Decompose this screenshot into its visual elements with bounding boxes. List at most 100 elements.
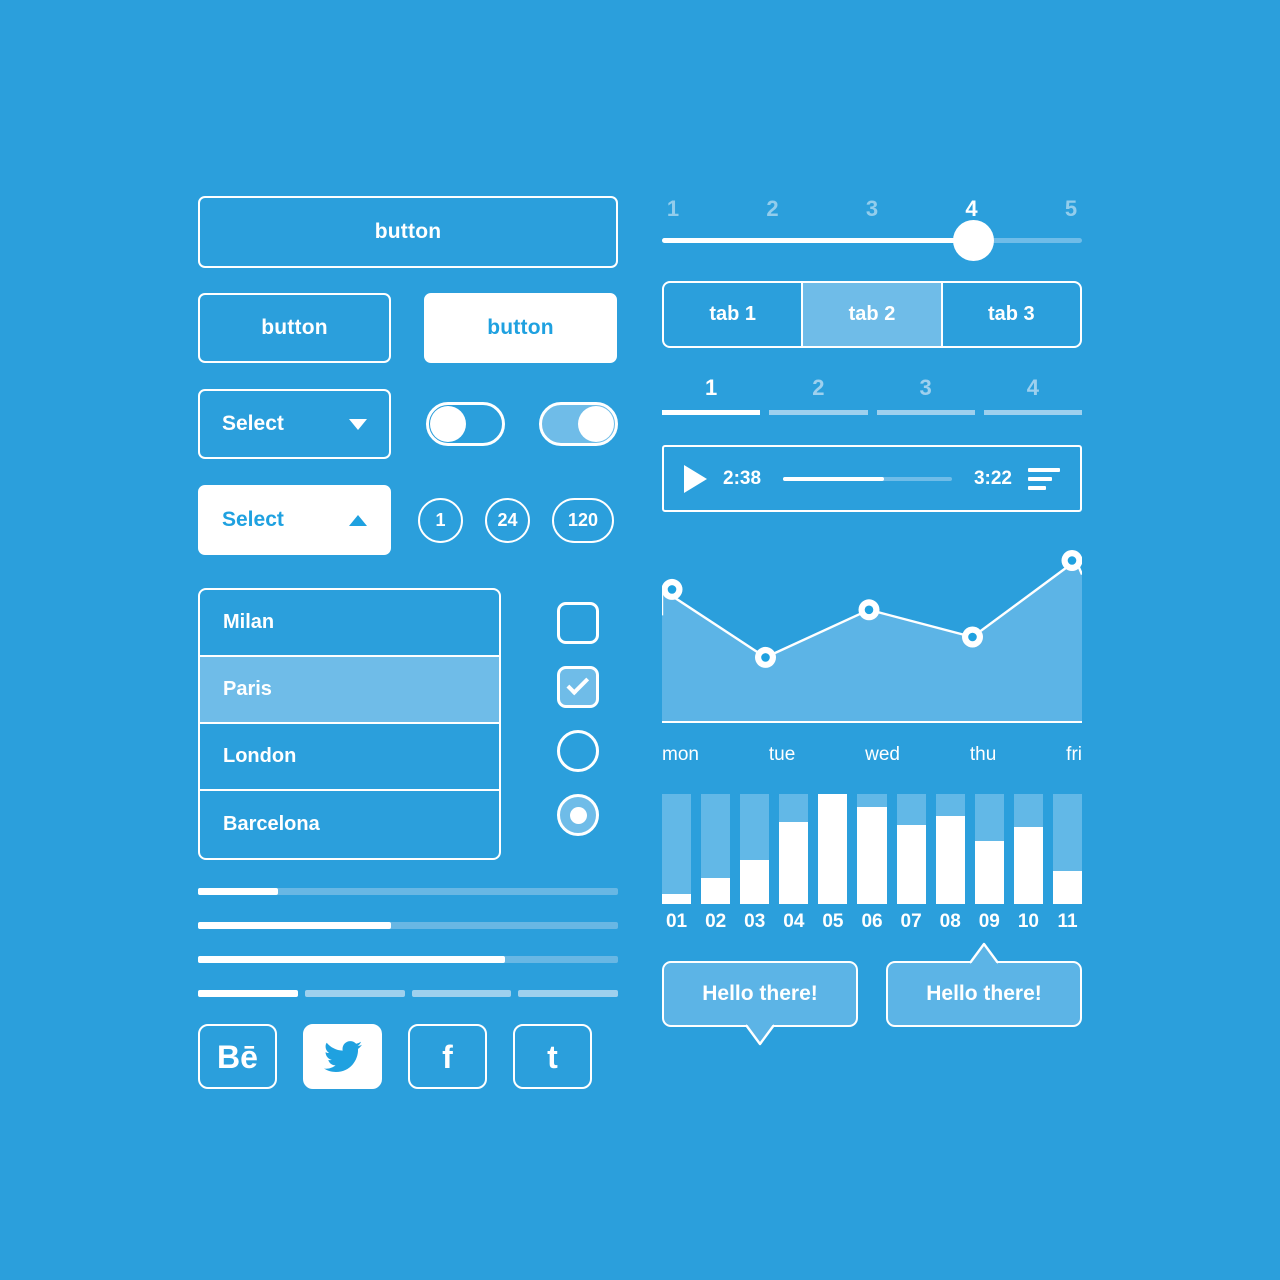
button-row: button button — [198, 293, 618, 363]
bar-fill — [896, 824, 926, 904]
select-label: Select — [222, 508, 284, 531]
choice-controls — [557, 588, 599, 836]
x-tick-label: wed — [865, 744, 900, 765]
slider-tick-1[interactable]: 1 — [662, 196, 684, 222]
tooltip-text: Hello there! — [702, 982, 818, 1005]
pagination-item-1[interactable]: 1 — [662, 375, 761, 415]
count-badge-120[interactable]: 120 — [552, 497, 614, 543]
bar-fill — [857, 807, 887, 904]
tab-2[interactable]: tab 2 — [803, 283, 943, 346]
select-label: Select — [222, 412, 284, 435]
pagination-item-4[interactable]: 4 — [983, 375, 1082, 415]
tumblr-button[interactable]: t — [513, 1024, 592, 1089]
twitter-icon — [323, 1040, 362, 1072]
bar-track[interactable] — [857, 794, 887, 904]
tooltip-bubble-up: Hello there! — [886, 942, 1082, 1027]
bar-x-label: 04 — [783, 911, 805, 932]
progress-bar-1[interactable] — [198, 888, 618, 895]
select-dropdown-open[interactable]: Select — [198, 485, 391, 555]
bar-fill — [974, 841, 1004, 904]
behance-button[interactable]: Bē — [198, 1024, 277, 1089]
radio-selected[interactable] — [557, 794, 599, 836]
bar-fill — [1052, 871, 1083, 904]
primary-wide-button[interactable]: button — [198, 196, 618, 268]
bar-fill — [779, 821, 809, 904]
bar-track[interactable] — [662, 794, 692, 904]
x-tick-label: fri — [1066, 744, 1082, 765]
pagination-item-2[interactable]: 2 — [769, 375, 868, 415]
bar-x-label: 08 — [939, 911, 961, 932]
list-item[interactable]: Barcelona — [200, 791, 499, 858]
data-point-core — [968, 632, 977, 642]
toggle-switch-on[interactable] — [539, 402, 618, 446]
data-point-core — [1067, 556, 1077, 565]
select-dropdown-closed[interactable]: Select — [198, 389, 391, 459]
list-item[interactable]: London — [200, 724, 499, 791]
slider-handle[interactable] — [952, 220, 994, 261]
media-player: 2:38 3:22 — [662, 445, 1082, 512]
list-item[interactable]: Paris — [200, 657, 499, 724]
bar-fill — [662, 894, 692, 904]
bar-track[interactable] — [1013, 794, 1043, 904]
elapsed-time: 2:38 — [723, 467, 762, 489]
player-progress-track[interactable] — [783, 476, 952, 481]
bar-track[interactable] — [896, 794, 926, 904]
bar-track[interactable] — [740, 794, 770, 904]
data-point-core — [761, 653, 770, 662]
progress-fill — [198, 922, 392, 929]
toggle-switch-off[interactable] — [426, 402, 505, 446]
bar-track[interactable] — [974, 794, 1004, 904]
player-progress-fill — [783, 476, 885, 481]
outline-button[interactable]: button — [198, 293, 391, 363]
play-icon[interactable] — [684, 464, 707, 493]
list-choice-row: Milan Paris London Barcelona — [198, 588, 618, 860]
list-item[interactable]: Milan — [200, 590, 499, 657]
segmented-progress-bar[interactable] — [198, 990, 618, 997]
area-fill — [662, 560, 1082, 722]
twitter-button[interactable] — [303, 1024, 382, 1089]
slider-tick-2[interactable]: 2 — [762, 196, 784, 222]
progress-segment — [518, 990, 618, 997]
pagination-underline — [769, 410, 868, 415]
bar-x-label: 02 — [705, 911, 727, 932]
tab-1[interactable]: tab 1 — [664, 283, 804, 346]
slider-fill — [662, 238, 973, 243]
area-chart-svg — [662, 550, 1082, 723]
progress-fill — [198, 888, 278, 895]
facebook-button[interactable]: f — [408, 1024, 487, 1089]
range-slider[interactable] — [662, 220, 1082, 261]
tab-group: tab 1 tab 2 tab 3 — [662, 281, 1082, 348]
ui-kit-canvas: button button button Select Select 1 24 … — [0, 0, 1280, 1280]
pagination-item-3[interactable]: 3 — [876, 375, 975, 415]
toggle-knob — [578, 406, 614, 442]
bar-track[interactable] — [779, 794, 809, 904]
toggle-knob — [430, 406, 466, 442]
bar-track[interactable] — [818, 794, 848, 904]
badge-group: 1 24 120 — [418, 497, 614, 543]
right-column: 12345 tab 1 tab 2 tab 3 1 2 3 4 2:38 3:2… — [662, 196, 1083, 1046]
chevron-down-icon — [349, 418, 367, 430]
count-badge-1[interactable]: 1 — [418, 497, 463, 543]
radio-unselected[interactable] — [557, 730, 599, 772]
tooltip-tail-up-icon — [969, 942, 999, 964]
progress-bar-3[interactable] — [198, 956, 618, 963]
check-icon — [565, 672, 589, 695]
checkbox-checked[interactable] — [557, 666, 599, 708]
select-badge-row: Select 1 24 120 — [198, 485, 618, 555]
solid-button[interactable]: button — [424, 293, 617, 363]
count-badge-24[interactable]: 24 — [485, 497, 530, 543]
slider-tick-5[interactable]: 5 — [1060, 196, 1082, 222]
playlist-icon[interactable] — [1028, 467, 1060, 490]
checkbox-unchecked[interactable] — [557, 602, 599, 644]
bar-x-label: 11 — [1057, 911, 1078, 932]
progress-bar-2[interactable] — [198, 922, 618, 929]
bar-track[interactable] — [1052, 794, 1083, 904]
bar-track[interactable] — [701, 794, 731, 904]
bar-track[interactable] — [935, 794, 965, 904]
slider-tick-4[interactable]: 4 — [961, 196, 983, 222]
slider-tick-labels: 1 2 3 4 5 — [662, 196, 1082, 222]
tab-3[interactable]: tab 3 — [943, 283, 1080, 346]
bar-fill — [935, 816, 965, 904]
slider-tick-3[interactable]: 3 — [861, 196, 883, 222]
tumblr-icon: t — [547, 1038, 558, 1075]
